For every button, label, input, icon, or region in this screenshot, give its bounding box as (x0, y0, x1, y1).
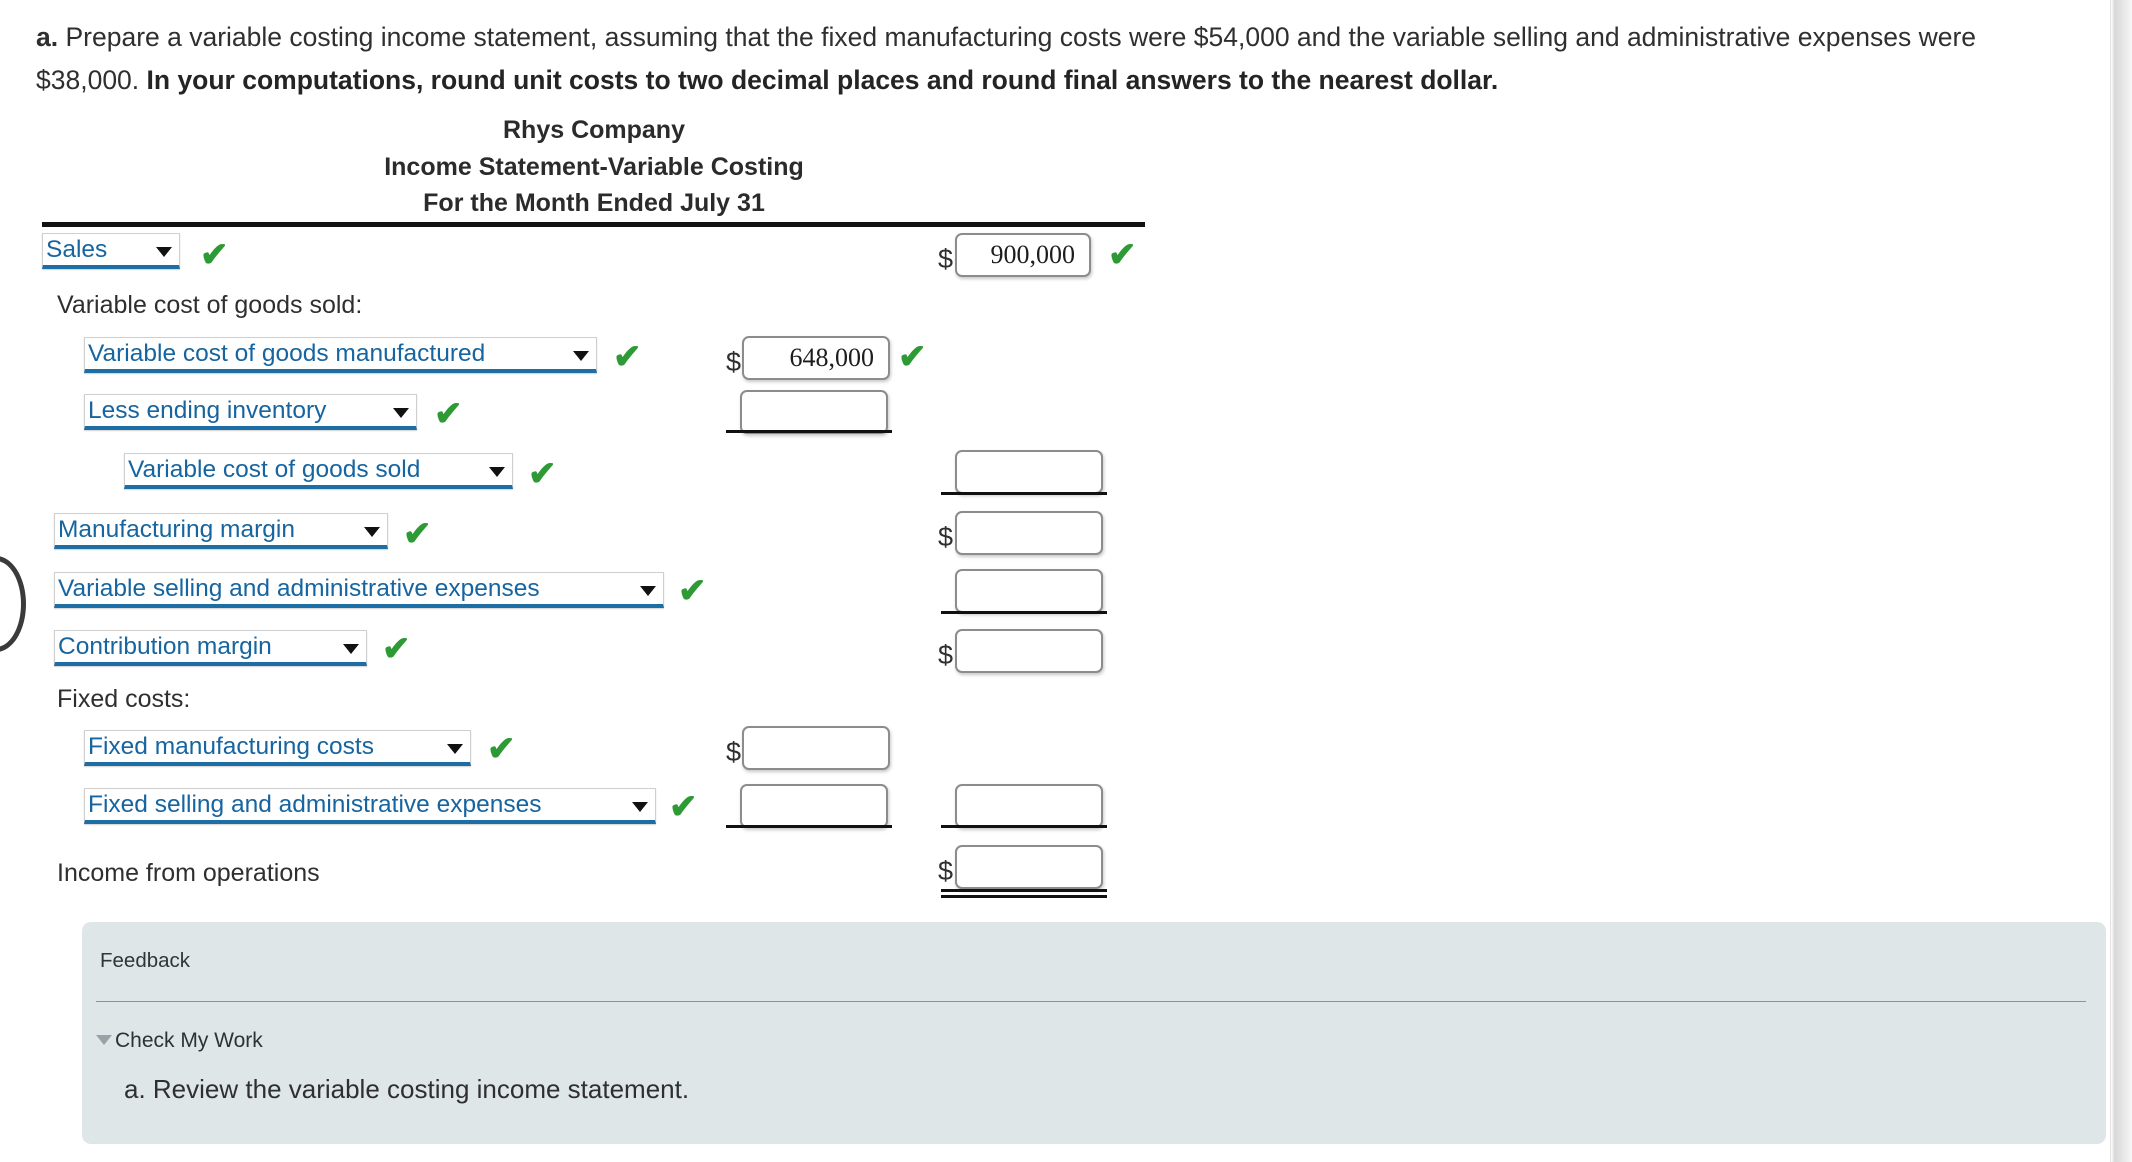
chevron-down-icon (489, 467, 505, 477)
check-icon-contribution-margin-account: ✔ (382, 630, 411, 668)
section-label-fixed-costs: Fixed costs: (57, 685, 191, 713)
check-my-work-toggle[interactable]: Check My Work (96, 1029, 263, 1053)
amount-input-less-ending-inventory[interactable] (740, 390, 888, 434)
amount-input-income-from-operations[interactable] (955, 845, 1103, 889)
check-icon-variable-cogm-amount: ✔ (898, 338, 927, 376)
subtotal-rule-fixed-costs-right (941, 825, 1107, 828)
feedback-title: Feedback (100, 949, 191, 972)
chevron-down-icon (364, 527, 380, 537)
subtotal-rule-variable-cogs-right (941, 492, 1107, 495)
account-select-variable-cogm[interactable]: Variable cost of goods manufactured (84, 337, 597, 373)
feedback-body-text: a. Review the variable costing income st… (124, 1074, 690, 1104)
chevron-down-icon (640, 586, 656, 596)
feedback-panel: Feedback Check My Work a. Review the var… (82, 922, 2106, 1144)
page-scrollbar[interactable] (2110, 0, 2132, 1162)
account-select-sales-label: Sales (46, 236, 108, 263)
check-my-work-label: Check My Work (115, 1029, 263, 1052)
check-icon-sales-amount: ✔ (1108, 236, 1137, 274)
account-select-less-ending-inventory-label: Less ending inventory (88, 397, 327, 424)
amount-input-variable-cogs[interactable] (955, 450, 1103, 494)
account-select-fixed-sga-label: Fixed selling and administrative expense… (88, 791, 542, 818)
check-icon-manufacturing-margin-account: ✔ (403, 515, 432, 553)
chevron-down-icon (632, 802, 648, 812)
account-select-variable-cogs-label: Variable cost of goods sold (128, 456, 421, 483)
check-icon-variable-cogs-account: ✔ (528, 455, 557, 493)
dollar-sign-sales: $ (938, 244, 954, 274)
check-icon-fixed-manufacturing-costs-account: ✔ (487, 730, 516, 768)
dollar-sign-fixed-manufacturing-costs: $ (726, 737, 742, 767)
amount-input-variable-cogm[interactable]: 648,000 (742, 336, 890, 380)
account-select-fixed-manufacturing-costs[interactable]: Fixed manufacturing costs (84, 730, 471, 766)
amount-input-total-fixed-costs[interactable] (955, 784, 1103, 828)
check-icon-sales-account: ✔ (200, 236, 229, 274)
account-select-manufacturing-margin[interactable]: Manufacturing margin (54, 513, 388, 549)
section-label-variable-cogs: Variable cost of goods sold: (57, 291, 363, 319)
dollar-sign-variable-cogm: $ (726, 347, 742, 377)
triangle-down-icon (96, 1035, 112, 1045)
account-select-contribution-margin[interactable]: Contribution margin (54, 630, 367, 666)
account-select-variable-cogm-label: Variable cost of goods manufactured (88, 340, 486, 367)
subtotal-rule-fixed-costs-middle (726, 825, 892, 828)
chevron-down-icon (393, 408, 409, 418)
amount-input-fixed-sga[interactable] (740, 784, 888, 828)
account-select-manufacturing-margin-label: Manufacturing margin (58, 516, 295, 543)
amount-input-fixed-manufacturing-costs[interactable] (742, 726, 890, 770)
amount-input-variable-sga[interactable] (955, 569, 1103, 613)
account-select-sales[interactable]: Sales (42, 233, 180, 269)
account-select-variable-sga-label: Variable selling and administrative expe… (58, 575, 540, 602)
check-icon-less-ending-inventory-account: ✔ (434, 395, 463, 433)
subtotal-rule-variable-cogs-middle (726, 430, 892, 433)
amount-input-contribution-margin[interactable] (955, 629, 1103, 673)
check-icon-variable-cogm-account: ✔ (613, 338, 642, 376)
amount-input-manufacturing-margin[interactable] (955, 511, 1103, 555)
row-label-income-from-operations: Income from operations (57, 859, 320, 887)
account-select-variable-sga[interactable]: Variable selling and administrative expe… (54, 572, 664, 608)
subtotal-rule-contribution-margin (941, 611, 1107, 614)
double-rule-income-from-operations (941, 889, 1107, 898)
chevron-down-icon (447, 744, 463, 754)
account-select-less-ending-inventory[interactable]: Less ending inventory (84, 394, 417, 430)
check-icon-fixed-sga-account: ✔ (669, 788, 698, 826)
check-icon-variable-sga-account: ✔ (678, 572, 707, 610)
chevron-down-icon (343, 644, 359, 654)
chevron-down-icon (573, 351, 589, 361)
account-select-variable-cogs[interactable]: Variable cost of goods sold (124, 453, 513, 489)
dollar-sign-manufacturing-margin: $ (938, 522, 954, 552)
dollar-sign-income-from-operations: $ (938, 856, 954, 886)
amount-input-sales[interactable]: 900,000 (955, 233, 1091, 277)
account-select-contribution-margin-label: Contribution margin (58, 633, 272, 660)
chevron-down-icon (156, 247, 172, 257)
account-select-fixed-manufacturing-costs-label: Fixed manufacturing costs (88, 733, 374, 760)
feedback-divider (96, 1001, 2086, 1002)
account-select-fixed-sga[interactable]: Fixed selling and administrative expense… (84, 788, 656, 824)
dollar-sign-contribution-margin: $ (938, 640, 954, 670)
